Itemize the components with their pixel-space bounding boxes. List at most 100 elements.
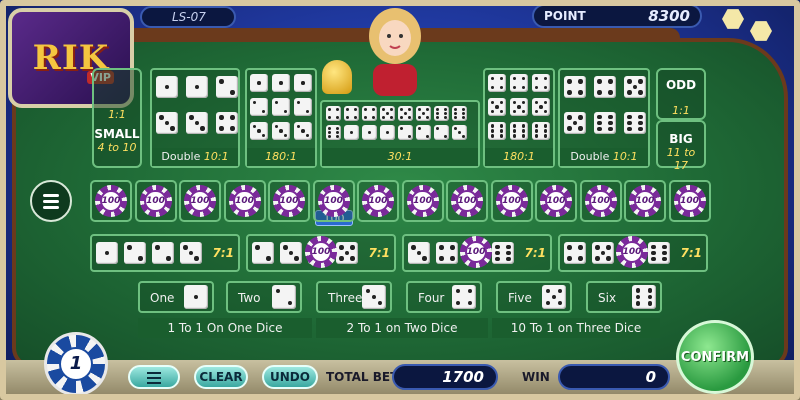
bet-chip: 100 (317, 185, 350, 217)
bet-chip: 100 (139, 185, 172, 217)
any-triple-die (344, 106, 359, 121)
triple-right-die (532, 122, 550, 140)
single-bet-label: Four (418, 291, 445, 305)
small-odds-top: 1:1 (108, 108, 126, 121)
dealer-avatar (369, 8, 421, 96)
triple-right-die (488, 98, 506, 116)
placed-chip-value: 100 (464, 240, 488, 264)
single-bet-label: Five (508, 291, 532, 305)
bet-chip-value: 100 (366, 189, 390, 213)
number-bet-cell[interactable]: 100 (223, 180, 266, 222)
bet-chip: 100 (406, 185, 439, 217)
any-triple-die (380, 125, 395, 140)
big-odds: 11 to 17 (666, 146, 696, 172)
pair-die (252, 242, 274, 264)
bet-chip-value: 100 (500, 189, 523, 213)
any-triple-die (362, 125, 377, 140)
undo-button[interactable]: UNDO (262, 365, 318, 389)
number-bet-cell[interactable]: 100 (401, 180, 444, 222)
any-triple-die (398, 125, 413, 140)
any-triple-die (398, 106, 413, 121)
bet-chip-value: 100 (188, 189, 212, 213)
triple-right-die (510, 122, 528, 140)
total-bet-field: 1700 (392, 364, 498, 390)
bet-chip-value: 100 (589, 189, 612, 213)
small-label: SMALL (94, 127, 140, 141)
single-die (362, 285, 386, 309)
odd-label: ODD (665, 78, 697, 92)
any-triple-odds: 30:1 (322, 148, 478, 166)
any-triple-die (344, 125, 359, 140)
number-bet-cell[interactable]: 100 (134, 180, 177, 222)
double-right-die (624, 76, 646, 98)
pair-die (336, 242, 358, 264)
point-display: POINT 8300 (532, 4, 702, 28)
number-bet-cell[interactable]: 100 (490, 180, 533, 222)
win-field: 0 (558, 364, 670, 390)
single-die (632, 285, 656, 309)
bet-odd[interactable]: ODD 1:1 (656, 68, 706, 120)
double-left-die (186, 112, 208, 134)
triple-right-die (488, 74, 506, 92)
history-button[interactable] (128, 365, 180, 389)
menu-button[interactable] (30, 180, 72, 222)
bet-chip: 100 (584, 185, 617, 217)
pair-die (492, 242, 514, 264)
bet-big[interactable]: BIG 11 to 17 (656, 120, 706, 172)
number-bet-cell[interactable]: 100 (446, 180, 488, 222)
placed-chip-value: 100 (309, 240, 333, 264)
triple-left-die (294, 98, 312, 116)
number-bet-cell[interactable]: 100 (90, 180, 132, 222)
triple-right-die (532, 98, 550, 116)
any-triple-die (362, 106, 377, 121)
triple-right-die (510, 98, 528, 116)
bet-chip-value: 100 (233, 189, 256, 213)
double-left-die (186, 76, 208, 98)
number-bet-cell[interactable]: 100 (179, 180, 221, 222)
single-payout-right: 10 To 1 on Three Dice (492, 318, 660, 338)
pair-odds: 7:1 (680, 246, 703, 260)
clear-button[interactable]: CLEAR (194, 365, 248, 389)
single-die (452, 285, 476, 309)
number-bet-cell[interactable]: 100 (668, 180, 711, 222)
bet-chip-value: 100 (544, 189, 568, 213)
any-triple-die (326, 125, 341, 140)
number-bet-cell[interactable]: 100 (268, 180, 310, 222)
any-triple-die (416, 125, 431, 140)
triple-left-die (272, 98, 290, 116)
any-triple-die (452, 106, 467, 121)
double-right-die (594, 112, 616, 134)
room-id: LS-07 (140, 6, 236, 28)
bet-small[interactable]: 1:1 SMALL 4 to 10 (92, 68, 142, 168)
bet-chip-value: 100 (322, 189, 345, 213)
point-label: POINT (544, 9, 586, 23)
double-right-die (564, 112, 586, 134)
triple-left-die (272, 74, 290, 92)
bet-chip: 100 (362, 185, 394, 217)
bet-chip-value: 100 (277, 189, 301, 213)
single-die (272, 285, 296, 309)
number-bet-cell[interactable]: 100 (535, 180, 577, 222)
bet-chip-value: 100 (411, 189, 434, 213)
single-payout-left: 1 To 1 On One Dice (138, 318, 312, 338)
pair-die (436, 242, 458, 264)
bet-chip: 100 (629, 185, 661, 217)
selected-chip[interactable]: 1 (44, 332, 108, 396)
placed-chip: 100 (305, 236, 337, 268)
confirm-button[interactable]: CONFIRM (676, 320, 754, 394)
number-bet-cell[interactable]: 100 (357, 180, 399, 222)
bell-icon[interactable] (322, 60, 352, 94)
pair-die (124, 242, 146, 264)
win-label: WIN (522, 370, 550, 384)
bet-chip-value: 100 (144, 189, 167, 213)
any-triple-die (416, 106, 431, 121)
number-bet-cell[interactable]: 100 (312, 180, 355, 222)
game-screen: LS-07 POINT 8300 RIK VIP 1:1 SMALL 4 to … (0, 0, 800, 400)
placed-chip: 100 (616, 236, 648, 268)
win-value: 0 (645, 368, 656, 386)
number-bet-cell[interactable]: 100 (579, 180, 622, 222)
number-bet-cell[interactable]: 100 (624, 180, 666, 222)
bet-chip-value: 100 (633, 189, 657, 213)
double-right-die (564, 76, 586, 98)
pair-die (648, 242, 670, 264)
